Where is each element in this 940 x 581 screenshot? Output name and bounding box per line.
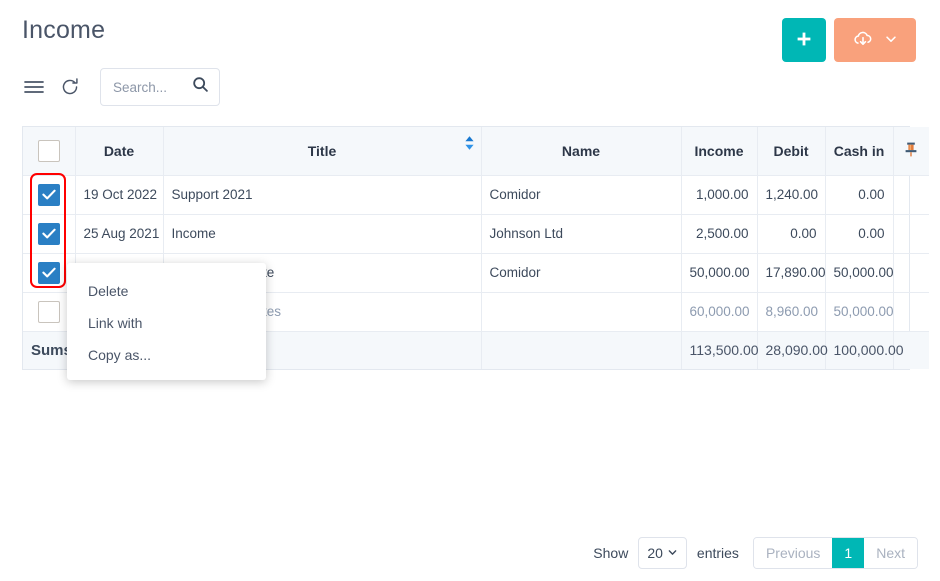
cell-title: Income <box>163 214 482 254</box>
cell-name <box>481 292 682 332</box>
cell-debit: 0.00 <box>757 214 826 254</box>
column-header-debit[interactable]: Debit <box>757 127 826 176</box>
cell-income: 1,000.00 <box>681 175 758 215</box>
cell-income: 50,000.00 <box>681 253 758 293</box>
row-select-cell[interactable] <box>23 214 76 254</box>
pushpin-icon[interactable] <box>903 142 919 161</box>
cell-pin <box>893 214 929 254</box>
row-checkbox[interactable] <box>37 183 60 206</box>
sums-income: 113,500.00 <box>681 331 759 369</box>
pagination-next[interactable]: Next <box>864 538 917 568</box>
context-menu-item-copy-as[interactable]: Copy as... <box>67 339 266 371</box>
sums-debit: 28,090.00 <box>757 331 828 369</box>
pagination-page-1[interactable]: 1 <box>832 538 865 568</box>
cell-date: 25 Aug 2021 <box>75 214 164 254</box>
chevron-down-icon <box>667 545 678 561</box>
row-select-cell[interactable] <box>23 175 76 215</box>
search-icon[interactable] <box>192 76 209 98</box>
sums-cash-in: 100,000.00 <box>825 331 904 369</box>
hamburger-menu-icon[interactable] <box>22 75 46 99</box>
column-header-cash-in[interactable]: Cash in <box>825 127 894 176</box>
sums-name-cell <box>481 331 682 369</box>
context-menu[interactable]: Delete Link with Copy as... <box>67 263 266 380</box>
search-box[interactable] <box>100 68 220 106</box>
export-button[interactable] <box>834 18 916 62</box>
column-header-title[interactable]: Title <box>163 127 482 176</box>
column-header-name[interactable]: Name <box>481 127 682 176</box>
pagination: Previous 1 Next <box>752 537 918 569</box>
entries-per-page-select[interactable]: 20 <box>638 537 687 569</box>
cell-name: Comidor <box>481 175 682 215</box>
table-row[interactable]: 25 Aug 2021 Income Johnson Ltd 2,500.00 … <box>23 214 929 254</box>
row-checkbox[interactable] <box>37 261 60 284</box>
table-row[interactable]: 19 Oct 2022 Support 2021 Comidor 1,000.0… <box>23 175 929 215</box>
add-button[interactable] <box>782 18 826 62</box>
refresh-icon[interactable] <box>58 75 82 99</box>
cell-pin <box>893 175 929 215</box>
table-header-row: Date Title Name Income Debit Cash in <box>23 127 929 176</box>
cell-date: 19 Oct 2022 <box>75 175 164 215</box>
cell-cash-in: 0.00 <box>825 214 894 254</box>
column-header-title-label: Title <box>307 142 337 159</box>
cell-cash-in: 50,000.00 <box>825 253 894 293</box>
chevron-down-icon <box>884 32 898 49</box>
plus-icon <box>795 30 813 51</box>
column-header-income[interactable]: Income <box>681 127 758 176</box>
cell-name: Johnson Ltd <box>481 214 682 254</box>
pagination-previous[interactable]: Previous <box>753 538 833 568</box>
select-all-header <box>23 127 76 176</box>
entries-per-page-value: 20 <box>647 545 663 561</box>
context-menu-item-link-with[interactable]: Link with <box>67 307 266 339</box>
column-header-date[interactable]: Date <box>75 127 164 176</box>
cell-cash-in: 0.00 <box>825 175 894 215</box>
cell-pin <box>893 253 929 293</box>
entries-label: entries <box>696 545 739 561</box>
top-actions <box>782 18 916 62</box>
show-label: Show <box>593 545 629 561</box>
cell-debit: 8,960.00 <box>757 292 826 332</box>
income-page: Income Search... Date Title Name Income … <box>0 0 940 581</box>
table-footer: Show 20 entries Previous 1 Next <box>593 537 918 569</box>
select-all-checkbox[interactable] <box>37 139 60 162</box>
cell-cash-in: 50,000.00 <box>825 292 894 332</box>
cell-name: Comidor <box>481 253 682 293</box>
cell-income: 2,500.00 <box>681 214 758 254</box>
sort-updown-icon[interactable] <box>464 135 475 151</box>
page-title: Income <box>22 16 106 44</box>
cell-debit: 17,890.00 <box>757 253 826 293</box>
column-header-pin[interactable] <box>893 127 929 176</box>
context-menu-item-delete[interactable]: Delete <box>67 275 266 307</box>
cell-income: 60,000.00 <box>681 292 758 332</box>
cell-title: Support 2021 <box>163 175 482 215</box>
cloud-download-icon <box>852 28 874 53</box>
sums-label: Sums <box>31 341 72 359</box>
row-checkbox[interactable] <box>37 300 60 323</box>
cell-debit: 1,240.00 <box>757 175 826 215</box>
search-input[interactable] <box>111 78 192 96</box>
cell-pin <box>893 292 929 332</box>
toolbar <box>22 68 220 106</box>
row-checkbox[interactable] <box>37 222 60 245</box>
